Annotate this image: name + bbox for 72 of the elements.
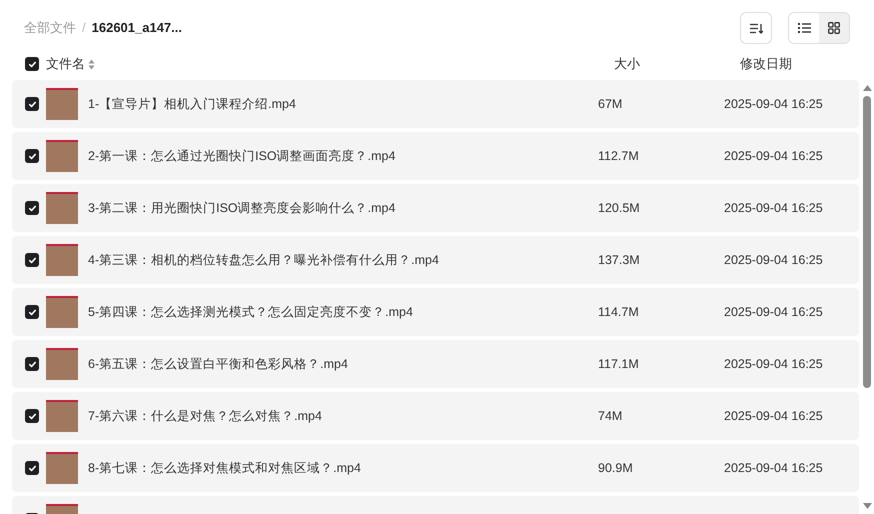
video-thumbnail-placeholder — [46, 192, 78, 224]
sort-icon — [750, 22, 762, 34]
column-header: 修改日期 — [740, 55, 792, 74]
file-size: 90.9M — [598, 460, 634, 477]
checkbox[interactable] — [25, 149, 39, 163]
modified-date: 2025-09-04 16:25 — [724, 304, 823, 321]
checkbox[interactable] — [25, 461, 39, 475]
checkmark-icon — [28, 60, 36, 68]
sort-button[interactable] — [740, 12, 772, 44]
checkbox[interactable] — [25, 305, 39, 319]
file-name: 2-第一课：怎么通过光圈快门ISO调整画面亮度？.mp4 — [88, 148, 396, 165]
file-size: 112.7M — [598, 148, 640, 165]
file-row[interactable]: 5-第四课：怎么选择测光模式？怎么固定亮度不变？.mp4 114.7M 2025-09-04 16:25 — [12, 288, 860, 336]
modified-date: 2025-09-04 16:25 — [724, 460, 823, 477]
modified-date: 2025-09-04 16:25 — [724, 356, 823, 373]
scroll-down-icon[interactable] — [862, 503, 872, 509]
file-size: 74M — [598, 408, 624, 425]
checkmark-icon — [28, 256, 36, 264]
file-name: 8-第七课：怎么选择对焦模式和对焦区域？.mp4 — [88, 460, 362, 477]
file-size: 120.5M — [598, 200, 641, 217]
file-size: 114.7M — [598, 304, 640, 321]
video-thumbnail-placeholder — [46, 140, 78, 172]
breadcrumb-item[interactable]: 162601_a147... — [92, 18, 182, 38]
file-row[interactable]: 8-第七课：怎么选择对焦模式和对焦区域？.mp4 90.9M 2025-09-04 16:25 — [12, 444, 860, 492]
checkmark-icon — [28, 152, 36, 160]
checkmark-icon — [28, 412, 36, 420]
checkbox[interactable] — [25, 201, 39, 215]
video-thumbnail-placeholder — [46, 400, 78, 432]
column-header: 大小 — [614, 55, 641, 74]
file-row[interactable]: 6-第五课：怎么设置白平衡和色彩风格？.mp4 117.1M 2025-09-04 16:25 — [12, 340, 860, 388]
checkmark-icon — [28, 360, 36, 368]
checkmark-icon — [28, 308, 36, 316]
video-thumbnail-placeholder — [46, 296, 78, 328]
file-name: 1-【宣导片】相机入门课程介绍.mp4 — [88, 96, 297, 113]
file-row[interactable]: 2-第一课：怎么通过光圈快门ISO调整画面亮度？.mp4 112.7M 2025-09-04 16:25 — [12, 132, 860, 180]
sort-arrows-icon[interactable] — [88, 58, 95, 70]
file-row[interactable]: 4-第三课：相机的档位转盘怎么用？曝光补偿有什么用？.mp4 137.3M 2025-09-04 16:25 — [12, 236, 860, 284]
grid-icon — [828, 22, 840, 34]
file-name: 6-第五课：怎么设置白平衡和色彩风格？.mp4 — [88, 356, 349, 373]
video-thumbnail-placeholder — [46, 244, 78, 276]
video-thumbnail-placeholder — [46, 452, 78, 484]
checkmark-icon — [28, 464, 36, 472]
video-thumbnail-placeholder — [46, 348, 78, 380]
file-row[interactable]: 7-第六课：什么是对焦？怎么对焦？.mp4 74M 2025-09-04 16:25 — [12, 392, 860, 440]
checkbox[interactable] — [25, 97, 39, 111]
column-header[interactable]: 文件名 — [46, 54, 85, 74]
checkmark-icon — [28, 204, 36, 212]
checkbox[interactable] — [25, 57, 39, 71]
file-size: 117.1M — [598, 356, 640, 373]
checkbox[interactable] — [25, 253, 39, 267]
scrollbar-thumb[interactable] — [863, 96, 871, 388]
checkbox[interactable] — [25, 409, 39, 423]
modified-date: 2025-09-04 16:25 — [724, 200, 823, 217]
video-thumbnail-placeholder — [46, 88, 78, 120]
file-row[interactable]: 3-第二课：用光圈快门ISO调整亮度会影响什么？.mp4 120.5M 2025-09-04 16:25 — [12, 184, 860, 232]
modified-date: 2025-09-04 16:25 — [724, 252, 823, 269]
file-size: 67M — [598, 96, 624, 113]
modified-date: 2025-09-04 16:25 — [724, 408, 823, 425]
file-name: 4-第三课：相机的档位转盘怎么用？曝光补偿有什么用？.mp4 — [88, 252, 440, 269]
file-name: 5-第四课：怎么选择测光模式？怎么固定亮度不变？.mp4 — [88, 304, 414, 321]
file-row[interactable]: 1-【宣导片】相机入门课程介绍.mp4 67M 2025-09-04 16:25 — [12, 80, 860, 128]
file-size: 137.3M — [598, 252, 641, 269]
scroll-up-icon[interactable] — [862, 85, 872, 91]
modified-date: 2025-09-04 16:25 — [724, 148, 823, 165]
breadcrumb-separator: / — [82, 19, 86, 38]
modified-date: 2025-09-04 16:25 — [724, 96, 823, 113]
file-name: 7-第六课：什么是对焦？怎么对焦？.mp4 — [88, 408, 323, 425]
checkbox[interactable] — [25, 357, 39, 371]
view-toggle-option[interactable] — [819, 13, 849, 43]
file-name: 3-第二课：用光圈快门ISO调整亮度会影响什么？.mp4 — [88, 200, 396, 217]
list-icon — [798, 23, 810, 33]
checkmark-icon — [28, 100, 36, 108]
